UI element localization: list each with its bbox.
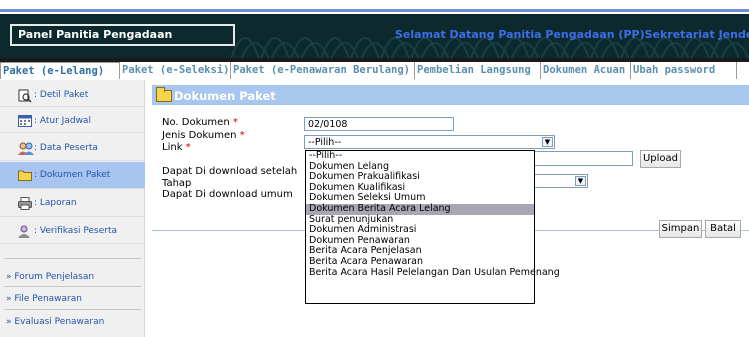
top-strip	[0, 0, 749, 13]
dropdown-option[interactable]: Berita Acara Penawaran	[306, 256, 534, 268]
label-text: No. Dokumen	[162, 117, 230, 128]
sidebar-item-detil-paket[interactable]: : Detil Paket	[0, 83, 145, 107]
folder-icon	[18, 169, 32, 181]
sidebar-item-laporan[interactable]: : Laporan	[0, 190, 145, 217]
dropdown-option[interactable]: --Pilih--	[306, 150, 534, 162]
required-mark: *	[185, 142, 191, 153]
main-content: Dokumen Paket No. Dokumen * 02/0108 Jeni…	[152, 80, 749, 337]
sidebar-link-evaluasi-penawaran[interactable]: » Evaluasi Penawaran	[6, 317, 104, 327]
tab-paket-e-lelang[interactable]: Paket (e-Lelang)	[0, 62, 120, 79]
sidebar-item-label: : Laporan	[34, 198, 77, 208]
sidebar-item-dokumen-paket[interactable]: : Dokumen Paket	[0, 162, 145, 189]
sidebar-divider	[4, 309, 141, 310]
sidebar-item-data-peserta[interactable]: : Data Peserta	[0, 135, 145, 161]
printer-icon	[18, 197, 32, 210]
download-setelah-label: Dapat Di download setelah	[162, 166, 298, 177]
tahap-select[interactable]: ▼	[532, 174, 588, 188]
users-icon	[18, 142, 34, 155]
sidebar-item-label: : Dokumen Paket	[34, 170, 111, 180]
label-text: Link	[162, 142, 183, 153]
print-preview-icon	[18, 89, 32, 103]
welcome-text: Selamat Datang Panitia Pengadaan (PP)Sek…	[395, 28, 749, 41]
tab-dokumen-acuan[interactable]: Dokumen Acuan	[543, 62, 631, 79]
sidebar-link-label: Evaluasi Penawaran	[14, 317, 105, 327]
section-heading: Dokumen Paket	[152, 85, 749, 105]
sidebar-divider	[4, 258, 141, 259]
calendar-icon	[18, 114, 32, 127]
jenis-dokumen-select[interactable]: --Pilih-- ▼	[304, 135, 555, 149]
link-label: Link *	[162, 142, 191, 153]
link-file-field[interactable]	[532, 151, 633, 166]
required-mark: *	[239, 130, 245, 141]
user-check-icon	[18, 225, 32, 238]
sidebar-item-label: : Atur Jadwal	[34, 115, 91, 126]
sidebar-item-verifikasi-peserta[interactable]: : Verifikasi Peserta	[0, 218, 145, 244]
sidebar-item-atur-jadwal[interactable]: : Atur Jadwal	[0, 109, 145, 133]
sidebar-item-label: : Verifikasi Peserta	[34, 225, 117, 236]
tab-ubah-password[interactable]: Ubah password	[633, 62, 737, 79]
tab-paket-e-penawaran-berulang[interactable]: Paket (e-Penawaran Berulang)	[233, 62, 415, 79]
folder-icon	[156, 87, 172, 102]
sidebar-item-label: : Detil Paket	[34, 89, 89, 100]
chevron-down-icon[interactable]: ▼	[542, 137, 553, 147]
jenis-dokumen-dropdown-list[interactable]: --Pilih-- Dokumen Lelang Dokumen Prakual…	[305, 150, 560, 304]
required-mark: *	[232, 117, 238, 128]
tab-bar: Paket (e-Lelang) Paket (e-Seleksi) Paket…	[0, 62, 749, 79]
top-accent-line	[0, 9, 749, 12]
sidebar-link-label: File Penawaran	[14, 294, 82, 304]
download-umum-label: Dapat Di download umum	[162, 189, 293, 200]
select-value: --Pilih--	[308, 137, 342, 148]
simpan-button[interactable]: Simpan	[659, 220, 702, 238]
upload-button[interactable]: Upload	[640, 150, 681, 168]
panel-title: Panel Panitia Pengadaan	[10, 24, 235, 46]
batal-button[interactable]: Batal	[705, 220, 741, 238]
dropdown-option-highlighted[interactable]: Dokumen Berita Acara Lelang	[306, 203, 534, 215]
dropdown-option[interactable]: Berita Acara Hasil Pelelangan Dan Usulan…	[306, 267, 560, 279]
tab-pembelian-langsung[interactable]: Pembelian Langsung	[417, 62, 541, 79]
jenis-dokumen-label: Jenis Dokumen *	[162, 130, 245, 141]
sidebar-link-file-penawaran[interactable]: » File Penawaran	[6, 294, 82, 304]
sidebar-link-forum-penjelasan[interactable]: » Forum Penjelasan	[6, 272, 94, 282]
sidebar-divider	[4, 286, 141, 287]
tahap-label: Tahap	[162, 178, 192, 189]
sidebar: : Detil Paket : Atur Jadwal : Data Peser…	[0, 80, 145, 337]
header-banner: Panel Panitia Pengadaan Selamat Datang P…	[0, 14, 749, 62]
sidebar-link-label: Forum Penjelasan	[14, 272, 95, 282]
sidebar-item-label: : Data Peserta	[34, 142, 98, 153]
no-dokumen-label: No. Dokumen *	[162, 117, 238, 128]
tab-paket-e-seleksi[interactable]: Paket (e-Seleksi)	[122, 62, 231, 79]
chevron-down-icon[interactable]: ▼	[575, 176, 586, 186]
label-text: Jenis Dokumen	[162, 130, 237, 141]
section-heading-label: Dokumen Paket	[174, 89, 276, 103]
no-dokumen-field[interactable]: 02/0108	[304, 117, 454, 131]
